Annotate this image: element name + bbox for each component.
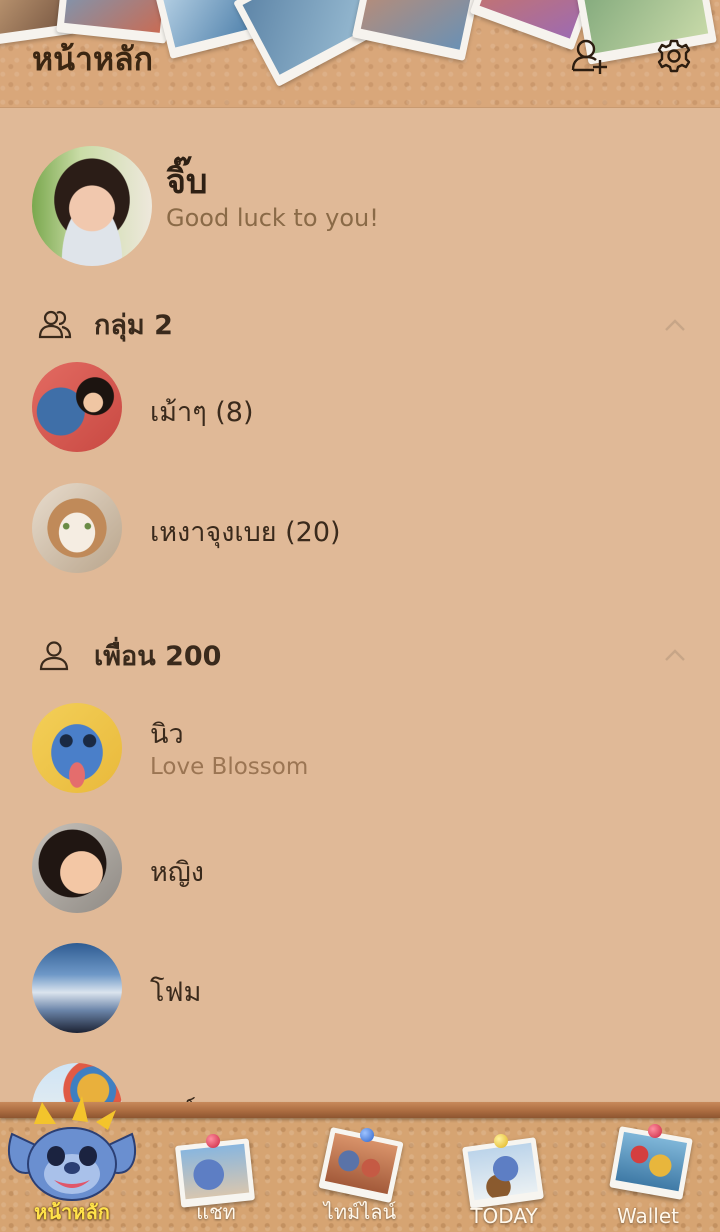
today-photo-icon (462, 1137, 544, 1209)
group-avatar (32, 362, 122, 452)
friend-name: โฟม (150, 977, 202, 1008)
tab-timeline-label: ไทม์ไลน์ (323, 1200, 397, 1224)
friend-avatar (32, 823, 122, 913)
group-name: เหงาจุงเบย (20) (150, 517, 341, 548)
add-friend-icon[interactable] (570, 36, 610, 76)
friend-status-message: Love Blossom (150, 754, 309, 780)
tab-today-label: TODAY (470, 1204, 538, 1228)
pin-icon (648, 1124, 662, 1138)
tab-home[interactable]: หน้าหลัก (0, 1096, 144, 1232)
profile-status-message: Good luck to you! (166, 204, 379, 232)
profile-name: จิ๊บ (166, 162, 208, 202)
group-icon (38, 310, 72, 339)
tab-wallet-label: Wallet (616, 1204, 679, 1228)
tab-chat[interactable]: แชท (144, 1120, 288, 1232)
pin-icon (360, 1128, 374, 1142)
friends-section-label: เพื่อน 200 (94, 640, 222, 672)
tab-today[interactable]: TODAY (432, 1120, 576, 1232)
friend-name: หญิง (150, 857, 204, 888)
pin-icon (494, 1134, 508, 1148)
pin-icon (206, 1134, 220, 1148)
chevron-up-icon[interactable] (664, 318, 686, 332)
collage-photo (351, 0, 484, 61)
chevron-up-icon[interactable] (664, 648, 686, 662)
tab-home-label: หน้าหลัก (34, 1200, 110, 1224)
group-avatar (32, 483, 122, 573)
profile-avatar[interactable] (32, 146, 152, 266)
friends-section-header[interactable]: เพื่อน 200 (38, 635, 221, 675)
friend-avatar (32, 943, 122, 1033)
friend-name: นิว (150, 719, 184, 750)
groups-section-header[interactable]: กลุ่ม 2 (38, 304, 173, 344)
gear-icon[interactable] (654, 36, 694, 76)
tab-wallet[interactable]: Wallet (576, 1120, 720, 1232)
groups-section-label: กลุ่ม 2 (94, 309, 173, 341)
tab-chat-label: แชท (196, 1200, 236, 1224)
person-icon (39, 641, 69, 671)
page-title: หน้าหลัก (32, 40, 154, 78)
friend-avatar (32, 703, 122, 793)
header-bar: หน้าหลัก (0, 0, 720, 108)
group-name: เม้าๆ (8) (150, 397, 254, 428)
stitch-mascot-icon (7, 1096, 137, 1201)
tab-timeline[interactable]: ไทม์ไลน์ (288, 1120, 432, 1232)
